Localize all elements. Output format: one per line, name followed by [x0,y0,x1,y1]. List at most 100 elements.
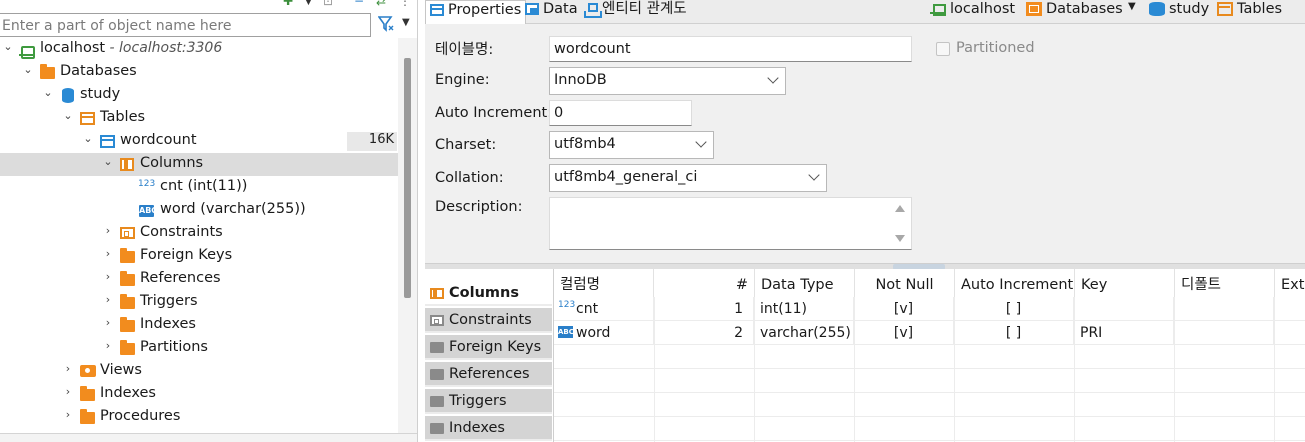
chevron-right-icon[interactable]: › [102,270,114,283]
side-tab-indexes[interactable]: Indexes [425,416,552,441]
chevron-right-icon[interactable]: › [102,339,114,352]
cell-index[interactable]: 2 [654,321,754,345]
properties-form: 테이블명: wordcount Partitioned Engine: Inno… [425,25,1305,263]
empty-row [554,345,1305,369]
cell-autoincrement[interactable]: [ ] [954,321,1074,345]
tab-properties[interactable]: Properties [425,0,527,24]
chevron-down-icon[interactable]: ⌄ [62,109,74,122]
table-row[interactable]: ABC word 2 varchar(255) [v] [ ] PRI [554,321,1305,345]
chevron-down-icon[interactable]: ⌄ [2,40,14,53]
col-header-name[interactable]: 컬럼명 [554,269,654,297]
tree-node-indexes[interactable]: › Indexes [0,314,398,337]
tree-node-study[interactable]: ⌄ study [0,84,398,107]
col-header-datatype[interactable]: Data Type [755,269,855,297]
charset-select[interactable]: utf8mb4 [549,131,714,159]
connection-icon [19,42,37,59]
tab-er-diagram[interactable]: 엔티티 관계도 [580,0,691,24]
description-textarea[interactable] [549,197,912,250]
tree-node-views[interactable]: › Views [0,360,398,383]
tab-data[interactable]: Data [521,0,582,24]
triggers-label: Triggers [140,293,198,309]
cell-column-name[interactable]: ABC word [554,321,654,345]
tree-node-foreign-keys[interactable]: › Foreign Keys [0,245,398,268]
tree-node-connection[interactable]: ⌄ localhost - localhost:3306 [0,38,398,61]
chevron-right-icon[interactable]: › [62,385,74,398]
link-editor-icon[interactable]: ⇄ [376,0,386,8]
cell-index[interactable]: 1 [654,297,754,321]
new-folder-icon[interactable]: ⊡ [323,0,333,8]
tree-node-column-cnt[interactable]: 123 cnt (int(11)) [0,176,398,199]
chevron-right-icon[interactable]: › [62,408,74,421]
breadcrumb-study[interactable]: study [1149,0,1209,18]
chevron-down-icon[interactable]: ▼ [1128,1,1136,12]
col-header-autoincrement[interactable]: Auto Increment [955,269,1075,297]
chevron-right-icon[interactable]: › [102,224,114,237]
tree-node-tables[interactable]: ⌄ Tables [0,107,398,130]
object-filter-input[interactable] [0,13,371,37]
filter-dropdown-icon[interactable]: ▼ [402,17,410,28]
numeric-column-icon: 123 [138,179,156,189]
new-connection-icon[interactable]: ✚ [283,0,293,8]
breadcrumb-tables[interactable]: Tables [1217,0,1282,18]
cell-default[interactable] [1174,297,1274,321]
chevron-down-icon[interactable]: ⌄ [102,155,114,168]
tree-node-references[interactable]: › References [0,268,398,291]
breadcrumb-connection[interactable]: localhost [930,0,1015,18]
engine-select[interactable]: InnoDB [549,67,786,95]
cell-key[interactable]: PRI [1074,321,1174,345]
chevron-down-icon[interactable]: ⌄ [22,63,34,76]
dropdown-icon[interactable]: ▼ [305,0,312,7]
tree-node-db-indexes[interactable]: › Indexes [0,383,398,406]
cell-autoincrement[interactable]: [ ] [954,297,1074,321]
more-icon[interactable]: ⋮ [399,0,411,8]
cell-extra[interactable] [1274,321,1305,345]
cell-notnull[interactable]: [v] [854,297,954,321]
cell-datatype[interactable]: int(11) [754,297,854,321]
breadcrumb-databases[interactable]: Databases [1026,0,1123,18]
tree-node-columns[interactable]: ⌄ Columns [0,153,398,176]
col-header-extra[interactable]: Extra [1275,269,1305,297]
col-header-default[interactable]: 디폴트 [1175,269,1275,297]
chevron-right-icon[interactable]: › [102,293,114,306]
side-tab-triggers[interactable]: Triggers [425,389,552,414]
cell-extra[interactable] [1274,297,1305,321]
chevron-down-icon[interactable]: ⌄ [42,86,54,99]
side-tab-foreign-keys[interactable]: Foreign Keys [425,335,552,360]
side-tab-columns[interactable]: Columns [425,281,552,306]
chevron-right-icon[interactable]: › [102,316,114,329]
scroll-up-icon[interactable] [895,205,905,212]
chevron-right-icon[interactable]: › [62,362,74,375]
tree-node-databases[interactable]: ⌄ Databases [0,61,398,84]
chevron-right-icon[interactable]: › [102,247,114,260]
col-header-key[interactable]: Key [1075,269,1175,297]
cell-key[interactable] [1074,297,1174,321]
col-header-index[interactable]: # [654,269,755,297]
side-tab-constraints[interactable]: Constraints [425,308,552,333]
tree-node-partitions[interactable]: › Partitions [0,337,398,360]
auto-increment-input[interactable]: 0 [549,100,692,126]
folder-icon [80,409,95,424]
table-name-input[interactable]: wordcount [549,36,912,62]
tree-node-triggers[interactable]: › Triggers [0,291,398,314]
side-tab-references[interactable]: References [425,362,552,387]
collapse-all-icon[interactable]: − [354,0,364,8]
tree-node-constraints[interactable]: › Constraints [0,222,398,245]
table-row[interactable]: 123 cnt 1 int(11) [v] [ ] [554,297,1305,321]
cell-default[interactable] [1174,321,1274,345]
tree-scrollbar-thumb[interactable] [404,58,411,298]
cell-notnull[interactable]: [v] [854,321,954,345]
tree-node-procedures[interactable]: › Procedures [0,406,398,429]
tab-properties-label: Properties [448,2,522,18]
filter-icon[interactable] [377,15,396,35]
tree-node-column-word[interactable]: ABC word (varchar(255)) [0,199,398,222]
folder-icon [80,386,95,401]
col-header-notnull[interactable]: Not Null [855,269,955,297]
cell-datatype[interactable]: varchar(255) [754,321,854,345]
chevron-down-icon[interactable]: ⌄ [82,132,94,145]
partitioned-checkbox[interactable] [936,42,950,56]
tree-node-wordcount[interactable]: ⌄ wordcount 16K [0,130,398,153]
collation-select[interactable]: utf8mb4_general_ci [549,164,827,192]
cell-column-name[interactable]: 123 cnt [554,297,654,321]
scroll-down-icon[interactable] [895,235,905,242]
editor-tabbar: Properties Data 엔티티 관계도 localhost Databa… [425,0,1305,24]
